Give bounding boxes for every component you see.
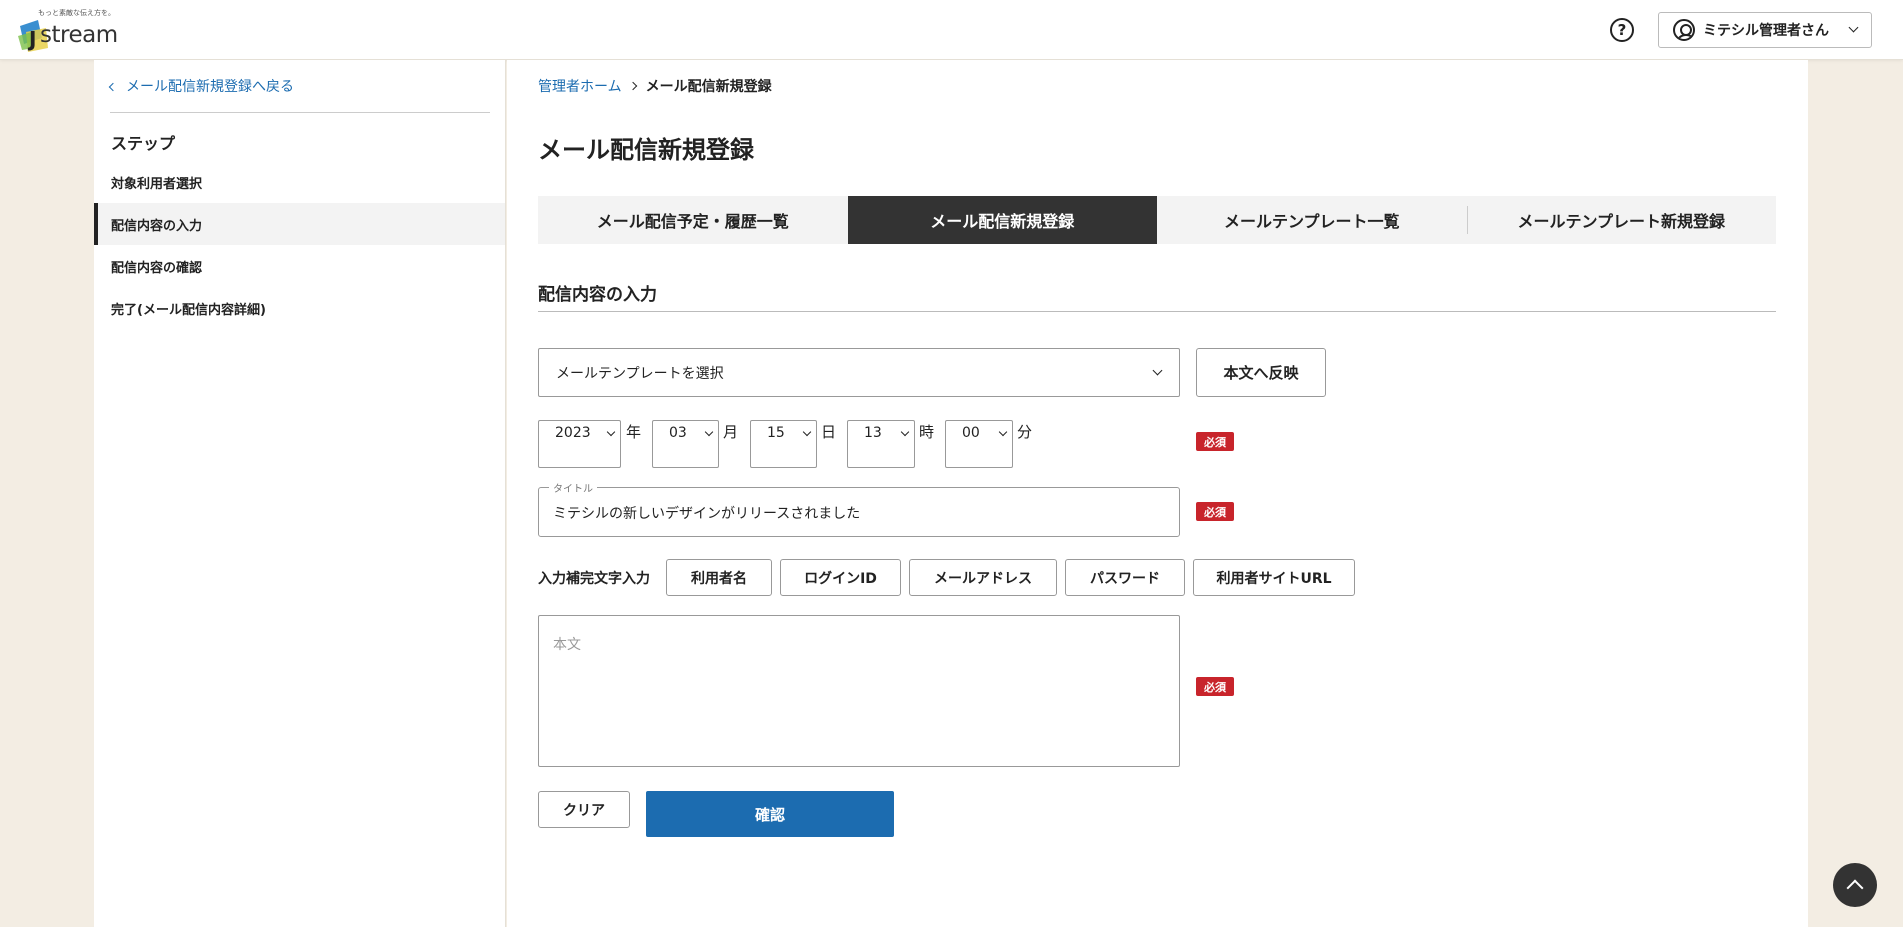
- insert-login-id-button[interactable]: ログインID: [780, 559, 901, 596]
- tab-mail-template-new[interactable]: メールテンプレート新規登録: [1466, 196, 1777, 244]
- year-label: 年: [626, 423, 642, 441]
- month-select-value: 03: [669, 425, 687, 441]
- breadcrumb-home-link[interactable]: 管理者ホーム: [538, 76, 622, 96]
- required-badge: 必須: [1196, 677, 1234, 696]
- chevron-down-icon: [606, 427, 616, 437]
- svg-text:J: J: [27, 27, 36, 51]
- step-input-content: 配信内容の入力: [94, 203, 505, 245]
- section-divider: [538, 311, 1776, 312]
- insert-username-button[interactable]: 利用者名: [666, 559, 772, 596]
- month-select[interactable]: 03: [652, 420, 719, 468]
- month-label: 月: [723, 423, 739, 441]
- breadcrumb-current: メール配信新規登録: [645, 79, 772, 95]
- insert-password-button[interactable]: パスワード: [1065, 559, 1185, 596]
- chevron-down-icon: [1848, 22, 1859, 33]
- year-select-value: 2023: [555, 425, 591, 441]
- steps-heading: ステップ: [111, 134, 176, 153]
- jstream-logo[interactable]: もっと素敵な伝え方を。 J stream: [14, 6, 124, 54]
- hour-label: 時: [919, 423, 935, 441]
- tab-mail-new-registration[interactable]: メール配信新規登録: [847, 196, 1157, 244]
- logo-text: stream: [40, 22, 118, 48]
- page-title: メール配信新規登録: [538, 136, 754, 164]
- back-link[interactable]: メール配信新規登録へ戻る: [108, 76, 294, 96]
- breadcrumb: 管理者ホーム メール配信新規登録: [538, 76, 772, 96]
- body-textarea[interactable]: 本文: [538, 615, 1180, 767]
- chevron-down-icon: [704, 427, 714, 437]
- back-link-label: メール配信新規登録へ戻る: [126, 79, 294, 95]
- help-icon[interactable]: ?: [1610, 18, 1634, 42]
- step-select-users: 対象利用者選択: [111, 176, 203, 192]
- logo-tagline: もっと素敵な伝え方を。: [38, 9, 115, 17]
- title-field-legend: タイトル: [549, 480, 597, 495]
- chevron-down-icon: [1152, 365, 1163, 376]
- user-name: ミテシル管理者さん: [1703, 23, 1829, 39]
- user-avatar-icon: [1673, 19, 1695, 41]
- clear-button[interactable]: クリア: [538, 791, 630, 828]
- apply-to-body-button[interactable]: 本文へ反映: [1196, 348, 1326, 397]
- chevron-down-icon: [802, 427, 812, 437]
- step-confirm-content: 配信内容の確認: [111, 260, 203, 276]
- required-badge: 必須: [1196, 432, 1234, 451]
- day-select[interactable]: 15: [750, 420, 817, 468]
- tab-mail-template-list[interactable]: メールテンプレート一覧: [1157, 196, 1467, 244]
- template-select[interactable]: メールテンプレートを選択: [538, 348, 1180, 397]
- main-content: 管理者ホーム メール配信新規登録 メール配信新規登録 メール配信予定・履歴一覧 …: [507, 60, 1808, 927]
- title-field[interactable]: タイトル ミテシルの新しいデザインがリリースされました: [538, 480, 1180, 537]
- scroll-to-top-button[interactable]: [1833, 863, 1877, 907]
- hour-select[interactable]: 13: [847, 420, 915, 468]
- chevron-down-icon: [900, 427, 910, 437]
- sidebar-divider: [110, 112, 490, 113]
- confirm-button[interactable]: 確認: [646, 791, 894, 837]
- minute-select[interactable]: 00: [945, 420, 1013, 468]
- day-select-value: 15: [767, 425, 785, 441]
- chevron-right-icon: [628, 81, 637, 91]
- template-select-value: メールテンプレートを選択: [556, 365, 724, 382]
- minute-select-value: 00: [962, 425, 980, 441]
- insert-completion-label: 入力補完文字入力: [538, 571, 650, 587]
- minute-label: 分: [1017, 423, 1033, 441]
- insert-user-site-url-button[interactable]: 利用者サイトURL: [1193, 559, 1355, 596]
- chevron-left-icon: [108, 82, 118, 91]
- insert-email-button[interactable]: メールアドレス: [909, 559, 1057, 596]
- body-placeholder: 本文: [553, 637, 581, 653]
- title-field-value: ミテシルの新しいデザインがリリースされました: [553, 506, 861, 522]
- sidebar: メール配信新規登録へ戻る ステップ 対象利用者選択 配信内容の入力 配信内容の確…: [94, 60, 506, 927]
- section-title: 配信内容の入力: [538, 285, 657, 305]
- chevron-down-icon: [998, 427, 1008, 437]
- tab-bar: メール配信予定・履歴一覧 メール配信新規登録 メールテンプレート一覧 メールテン…: [538, 196, 1776, 244]
- step-complete: 完了(メール配信内容詳細): [111, 302, 266, 318]
- hour-select-value: 13: [864, 425, 882, 441]
- user-menu-button[interactable]: ミテシル管理者さん: [1658, 12, 1872, 48]
- day-label: 日: [821, 423, 837, 441]
- tab-mail-schedule-history[interactable]: メール配信予定・履歴一覧: [538, 196, 848, 244]
- required-badge: 必須: [1196, 502, 1234, 521]
- header: もっと素敵な伝え方を。 J stream ? ミテシル管理者さん: [0, 0, 1903, 60]
- year-select[interactable]: 2023: [538, 420, 621, 468]
